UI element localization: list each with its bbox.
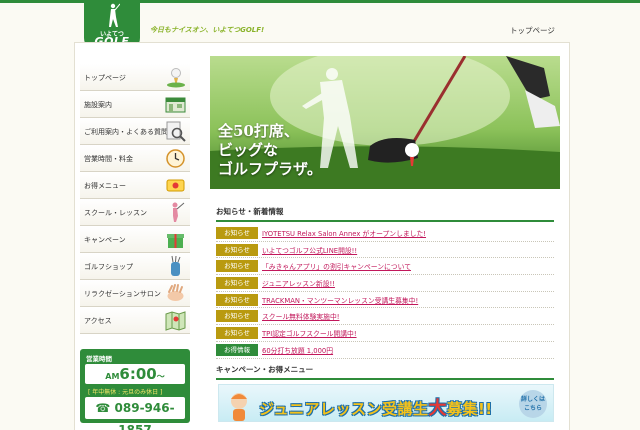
sidebar-item-access[interactable]: アクセス <box>80 307 190 334</box>
facility-building-icon <box>165 97 186 113</box>
sidebar-item-label: アクセス <box>84 317 112 325</box>
business-hours-box: 営業時間 AM6:00〜PM9:00 [ 年中無休 : 元旦のみ休日 ] ☎ 0… <box>80 349 190 430</box>
junior-lesson-banner[interactable]: ジュニアレッスン受講生大募集!! 詳しくはこちら <box>218 384 554 422</box>
hero-line-2: ビッグな <box>218 141 279 159</box>
news-title-link[interactable]: 60分打ち放題 1,000円 <box>262 345 333 355</box>
sidebar-item-label: キャンペーン <box>84 236 126 244</box>
sidebar-item-top[interactable]: トップページ <box>80 64 190 91</box>
news-title-link[interactable]: TRACKMAN・マンツーマンレッスン受講生募集中! <box>262 295 418 305</box>
gift-box-icon <box>167 234 184 248</box>
news-row[interactable]: お知らせ TRACKMAN・マンツーマンレッスン受講生募集中! <box>216 292 554 309</box>
clock-icon <box>166 149 185 168</box>
open-time: 6:00 <box>119 365 157 383</box>
sidebar-item-label: お得メニュー <box>84 182 126 190</box>
sidebar-item-label: リラクゼーションサロン <box>84 290 161 298</box>
news-row[interactable]: お知らせ 「みきゃんアプリ」の割引キャンペーンについて <box>216 258 554 276</box>
sidebar-item-deals[interactable]: お得メニュー <box>80 172 190 199</box>
news-badge: お知らせ <box>216 327 258 340</box>
map-icon <box>165 311 186 331</box>
phone-number[interactable]: ☎ 089-946-1857 <box>85 397 185 430</box>
sidebar-item-guide[interactable]: ご利用案内・よくある質問 <box>80 118 190 145</box>
news-title-link[interactable]: IYOTETSU Relax Salon Annex がオープンしました! <box>262 228 426 238</box>
news-row[interactable]: お知らせ IYOTETSU Relax Salon Annex がオープンしまし… <box>216 225 554 242</box>
news-title-link[interactable]: TPI認定ゴルフスクール開講中! <box>262 328 357 338</box>
news-badge: お知らせ <box>216 293 258 306</box>
news-badge: お知らせ <box>216 277 258 290</box>
closed-days-note: [ 年中無休 : 元旦のみ休日 ] <box>88 389 163 396</box>
campaign-section-title: キャンペーン・お得メニュー <box>216 364 554 380</box>
am-label: AM <box>105 372 120 381</box>
news-row[interactable]: お知らせ スクール無料体験実施中! <box>216 308 554 326</box>
banner-text: ジュニアレッスン受講生大募集!! <box>259 394 493 420</box>
sidebar-item-label: スクール・レッスン <box>84 209 147 217</box>
top-page-link[interactable]: トップページ <box>510 25 555 36</box>
news-title-link[interactable]: 「みきゃんアプリ」の割引キャンペーンについて <box>262 261 411 271</box>
news-title-link[interactable]: スクール無料体験実施中! <box>262 311 340 321</box>
deal-badge: お得情報 <box>216 343 258 356</box>
sidebar-item-facility[interactable]: 施設案内 <box>80 91 190 118</box>
news-list: お知らせ IYOTETSU Relax Salon Annex がオープンしまし… <box>216 225 554 359</box>
hours-time: AM6:00〜PM9:00 <box>85 364 185 406</box>
golfer-logo-icon <box>109 3 120 27</box>
sidebar-item-salon[interactable]: リラクゼーションサロン <box>80 280 190 307</box>
news-row[interactable]: お知らせ TPI認定ゴルフスクール開講中! <box>216 325 554 342</box>
banner-text-big: 大 <box>428 398 447 419</box>
phone-icon: ☎ <box>95 401 115 415</box>
news-badge: お知らせ <box>216 260 258 273</box>
sidebar-item-hours[interactable]: 営業時間・料金 <box>80 145 190 172</box>
hours-title: 営業時間 <box>86 355 112 363</box>
golf-bag-icon <box>171 255 181 276</box>
sidebar-item-campaign[interactable]: キャンペーン <box>80 226 190 253</box>
banner-text-c: 募集!! <box>446 400 493 418</box>
details-badge[interactable]: 詳しくはこちら <box>519 390 547 418</box>
news-badge: お知らせ <box>216 227 258 239</box>
hero-line-3: ゴルフプラザ。 <box>218 160 322 178</box>
news-title-link[interactable]: ジュニアレッスン新設!! <box>262 278 335 288</box>
kid-golfer-icon <box>231 393 247 421</box>
hero-headline: 全50打席、 ビッグな ゴルフプラザ。 <box>218 122 322 179</box>
golf-ball-tee-icon <box>167 68 185 88</box>
hero-line-1: 全50打席、 <box>218 122 299 140</box>
magnifier-icon <box>166 121 186 142</box>
news-badge: お知らせ <box>216 310 258 323</box>
sidebar-nav: トップページ 施設案内 ご利用案内・よくある質問 営業時間・料金 お得メニュー … <box>80 64 190 334</box>
tilde-sep: 〜 <box>156 372 165 381</box>
news-title-link[interactable]: いよてつゴルフ公式LINE開設!! <box>262 245 357 255</box>
news-row[interactable]: お知らせ ジュニアレッスン新設!! <box>216 275 554 292</box>
sidebar-item-label: 施設案内 <box>84 101 112 109</box>
sidebar-item-label: ゴルフショップ <box>84 263 133 271</box>
news-row[interactable]: お得情報 60分打ち放題 1,000円 <box>216 342 554 359</box>
coupon-icon <box>166 179 185 192</box>
sidebar-item-label: ご利用案内・よくある質問 <box>84 128 168 136</box>
tagline: 今日もナイスオン、いよてつGOLF! <box>150 26 265 34</box>
banner-text-a: ジュニアレッスン受講生 <box>259 400 429 418</box>
sidebar-item-label: トップページ <box>84 74 126 82</box>
news-badge: お知らせ <box>216 243 258 256</box>
golfer-lesson-icon <box>172 202 185 222</box>
massage-hand-icon <box>167 284 184 301</box>
news-section-title: お知らせ・新着情報 <box>216 206 554 222</box>
sidebar-item-school[interactable]: スクール・レッスン <box>80 199 190 226</box>
sidebar-item-shop[interactable]: ゴルフショップ <box>80 253 190 280</box>
sidebar-item-label: 営業時間・料金 <box>84 155 133 163</box>
hero-image: 全50打席、 ビッグな ゴルフプラザ。 <box>210 56 560 189</box>
news-row[interactable]: お知らせ いよてつゴルフ公式LINE開設!! <box>216 242 554 259</box>
